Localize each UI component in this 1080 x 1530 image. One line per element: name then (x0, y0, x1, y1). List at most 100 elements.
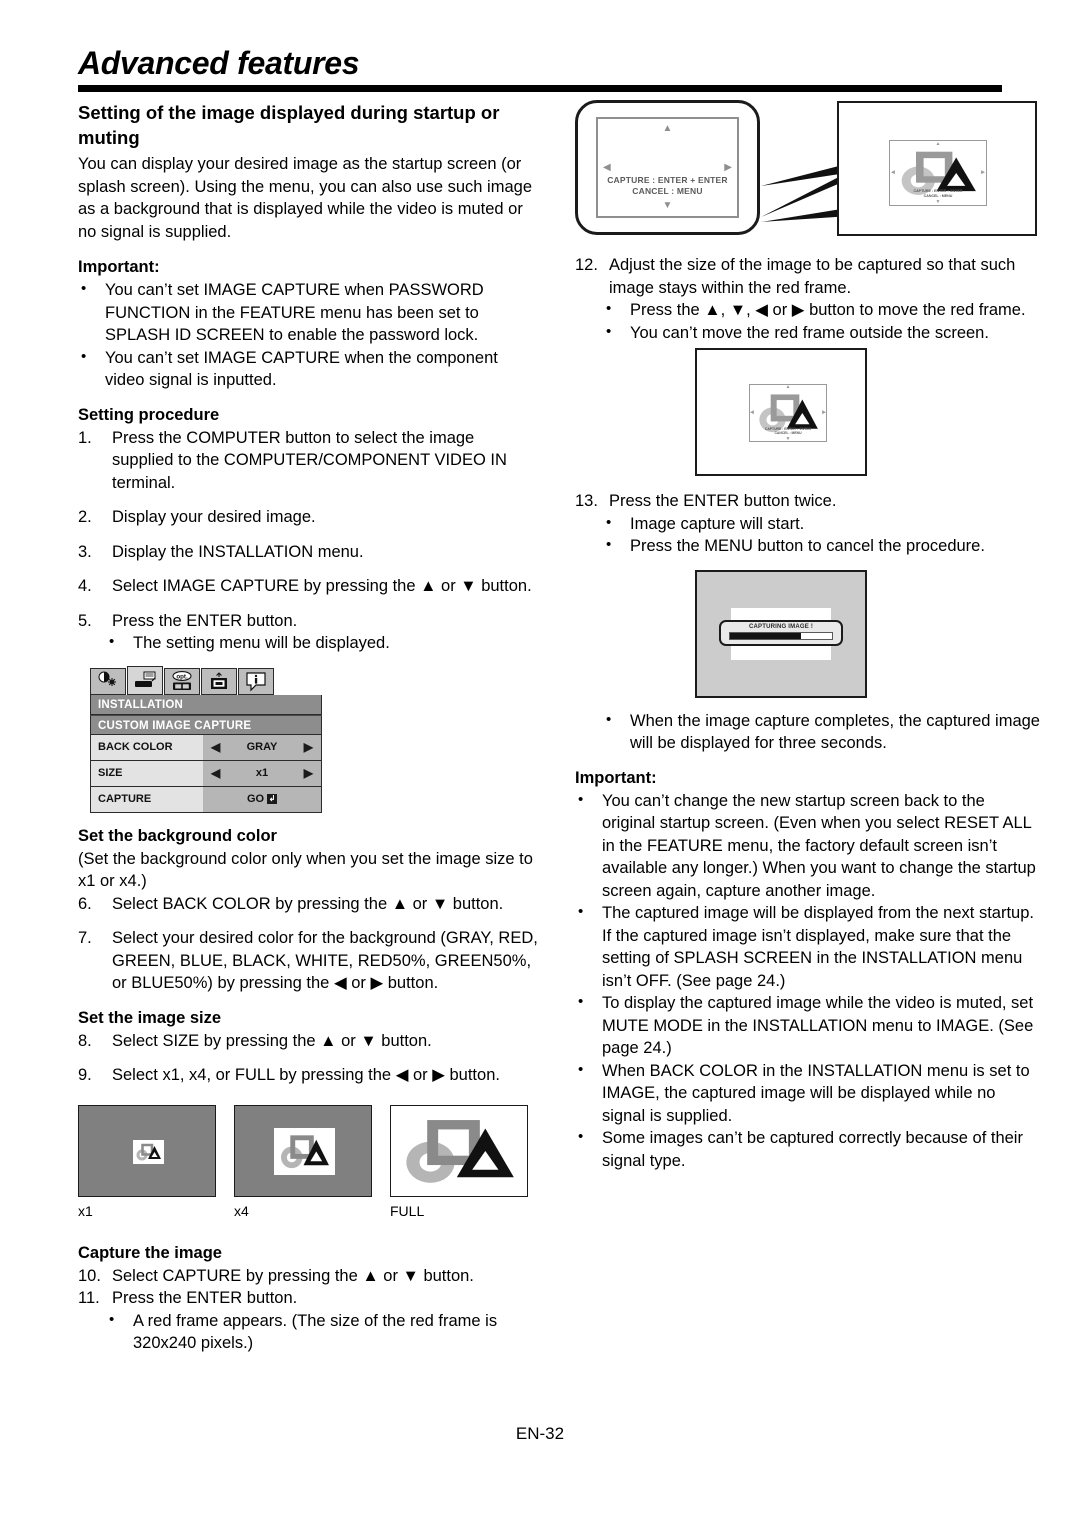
image-size-heading: Set the image size (78, 1008, 222, 1027)
list-item: • You can’t move the red frame outside th… (603, 322, 1040, 345)
step-number: 12. (575, 256, 598, 274)
installation-icon (135, 671, 156, 687)
page-title: Advanced features (78, 45, 360, 81)
captured-image-x1 (133, 1139, 164, 1164)
left-arrow-icon: ◀ (891, 169, 895, 176)
document-page: Advanced features Setting of the image d… (0, 0, 1080, 1530)
osd-row-back-color[interactable]: BACK COLOR ◀ GRAY ▶ (90, 734, 322, 761)
option-icon: opt. (172, 670, 192, 690)
capture-steps: 10. Select CAPTURE by pressing the ▲ or ▼… (78, 1265, 538, 1310)
shapes-illustration (406, 1119, 514, 1183)
bullet-glyph: • (81, 347, 87, 365)
bullet-text: Image capture will start. (630, 514, 805, 533)
step-12: 12. Adjust the size of the image to be ca… (575, 254, 1040, 299)
step-number: 6. (78, 894, 92, 913)
bullet-text: To display the captured image while the … (602, 994, 1034, 1057)
osd-tab-information[interactable] (238, 667, 274, 695)
step-number: 5. (78, 611, 92, 630)
osd-value-back-color[interactable]: ◀ GRAY ▶ (203, 734, 321, 760)
step5-bullets: • The setting menu will be displayed. (106, 632, 538, 655)
size-example-x1: x1 (78, 1104, 216, 1220)
step-number: 8. (78, 1031, 92, 1050)
list-item: 13. Press the ENTER button twice. (575, 490, 1040, 513)
step-number: 1. (78, 428, 92, 447)
osd-value-text: GO (246, 793, 265, 805)
list-item: 1. Press the COMPUTER button to select th… (78, 427, 538, 495)
osd-tab-signal[interactable] (201, 667, 237, 695)
step-number: 4. (78, 577, 92, 595)
background-color-note: (Set the background color only when you … (78, 849, 533, 891)
osd-value-capture[interactable]: GO ↲ (203, 786, 321, 812)
list-item: • The setting menu will be displayed. (106, 632, 538, 655)
list-item: • You can’t set IMAGE CAPTURE when PASSWO… (78, 279, 538, 347)
osd-row-size[interactable]: SIZE ◀ x1 ▶ (90, 760, 322, 787)
section-heading: Setting of the image displayed during st… (78, 102, 500, 148)
osd-value-text: x1 (255, 767, 269, 779)
bullet-glyph: • (606, 710, 612, 728)
step-12-bullets: • Press the ▲, ▼, ◀ or ▶ button to move t… (603, 299, 1040, 344)
list-item: • A red frame appears. (The size of the r… (106, 1310, 538, 1355)
important-bullets-right: • You can’t change the new startup screen… (575, 790, 1040, 1173)
osd-tab-image-adjust[interactable] (90, 667, 126, 695)
capture-image-heading: Capture the image (78, 1243, 222, 1262)
list-item: 4. Select IMAGE CAPTURE by pressing the ▲… (78, 575, 538, 598)
step-number: 2. (78, 508, 92, 526)
step-text: Display your desired image. (112, 508, 316, 526)
size-preview-x1 (78, 1104, 216, 1197)
bullet-glyph: • (578, 993, 584, 1010)
osd-tab-option[interactable]: opt. (164, 667, 200, 695)
bullet-glyph: • (578, 1128, 584, 1145)
step-text: Display the INSTALLATION menu. (112, 542, 364, 561)
osd-row-capture[interactable]: CAPTURE GO ↲ (90, 786, 322, 813)
size-caption-x1: x1 (78, 1202, 93, 1219)
list-item: 7. Select your desired color for the back… (78, 927, 538, 995)
list-item: • Some images can’t be captured correctly… (575, 1127, 1040, 1172)
bullet-text: A red frame appears. (The size of the re… (133, 1311, 498, 1353)
shapes-illustration (281, 1134, 329, 1168)
figure-capturing-progress: CAPTURING IMAGE ! (695, 569, 867, 698)
bullet-text: You can’t move the red frame outside the… (630, 323, 989, 342)
osd-header-custom-image-capture: CUSTOM IMAGE CAPTURE (90, 714, 322, 735)
progress-bar-fill (730, 632, 802, 639)
page-footer: EN-32 (0, 1424, 1080, 1444)
image-size-steps: 8. Select SIZE by pressing the ▲ or ▼ but… (78, 1030, 538, 1087)
list-item: 3. Display the INSTALLATION menu. (78, 541, 538, 564)
bullet-glyph: • (606, 536, 612, 553)
bullet-text: Press the ▲, ▼, ◀ or ▶ button to move th… (630, 301, 1026, 319)
size-example-full: FULL (390, 1104, 528, 1220)
left-arrow-icon[interactable]: ◀ (211, 740, 220, 754)
step-text: Select BACK COLOR by pressing the ▲ or ▼… (112, 894, 504, 913)
step-13: 13. Press the ENTER button twice. (575, 490, 1040, 513)
list-item: • Image capture will start. (603, 513, 1040, 536)
osd-menu[interactable]: opt. INSTALLATION CUSTOM IMAGE CAPTURE B… (90, 665, 322, 813)
capturing-image-label: CAPTURING IMAGE ! (748, 623, 814, 630)
bullet-glyph: • (109, 633, 115, 650)
osd-label-back-color: BACK COLOR (91, 734, 203, 760)
osd-value-size[interactable]: ◀ x1 ▶ (203, 760, 321, 786)
bullet-text: You can’t change the new startup screen … (602, 791, 1036, 900)
step-number: 10. (78, 1266, 101, 1285)
right-arrow-icon[interactable]: ▶ (304, 766, 313, 780)
osd-capture-hints-small: CAPTURE : ENTER + ENTER CANCEL : MENU (890, 189, 986, 199)
osd-label-capture: CAPTURE (91, 786, 203, 812)
red-frame-preview: CAPTURE : ENTER + ENTER CANCEL : MENU ▲ … (889, 140, 987, 206)
step-13-bullets: • Image capture will start. • Press the ME… (603, 513, 1040, 558)
down-arrow-icon: ▼ (935, 199, 941, 205)
progress-bar-track (729, 631, 833, 640)
bullet-glyph: • (606, 513, 612, 531)
osd-capture-hints-small: CAPTURE : ENTER + ENTER CANCEL : MENU (750, 427, 826, 436)
osd-value-text: GRAY (246, 741, 278, 753)
bullet-text: You can’t set IMAGE CAPTURE when the com… (105, 348, 498, 390)
bullet-text: Press the MENU button to cancel the proc… (630, 537, 985, 555)
bullet-glyph: • (606, 300, 612, 317)
list-item: • To display the captured image while the… (575, 992, 1040, 1060)
osd-tab-installation[interactable] (127, 665, 163, 695)
title-rule (78, 85, 1002, 92)
step-text: Select SIZE by pressing the ▲ or ▼ butto… (112, 1031, 432, 1050)
size-example-x4: x4 (234, 1104, 372, 1220)
left-arrow-icon[interactable]: ◀ (211, 766, 220, 780)
page-number: EN-32 (515, 1424, 565, 1443)
bullet-glyph: • (578, 790, 584, 808)
right-arrow-icon[interactable]: ▶ (304, 740, 313, 754)
osd-tab-strip[interactable]: opt. (90, 665, 322, 695)
